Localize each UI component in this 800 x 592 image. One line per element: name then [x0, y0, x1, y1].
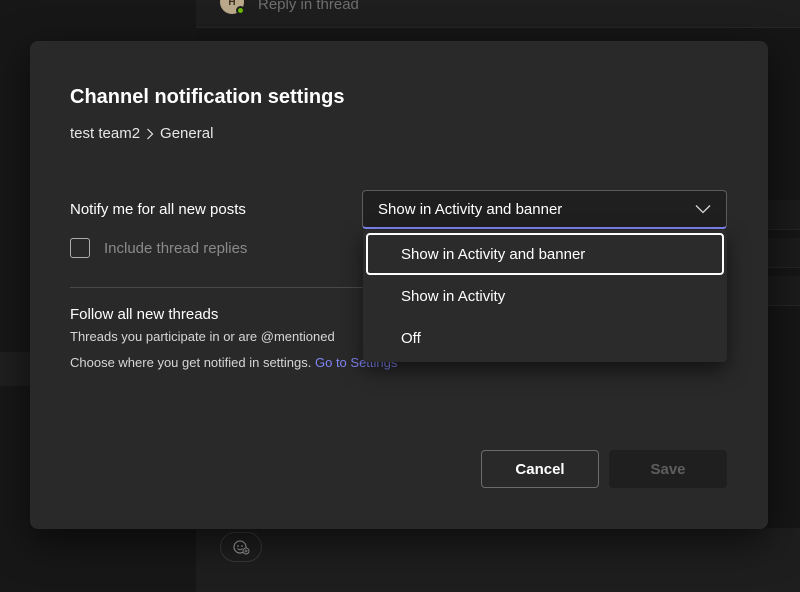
reply-in-thread-label: Reply in thread — [258, 0, 359, 13]
notify-posts-dropdown: Show in Activity and banner Show in Acti… — [363, 230, 727, 362]
presence-available-icon — [236, 6, 245, 15]
include-thread-replies-checkbox[interactable] — [70, 238, 90, 258]
breadcrumb: test team2 General — [70, 125, 213, 142]
notify-posts-select[interactable]: Show in Activity and banner — [362, 190, 727, 229]
save-button[interactable]: Save — [609, 450, 727, 488]
follow-threads-settings-hint: Choose where you get notified in setting… — [70, 355, 397, 370]
include-thread-replies-label: Include thread replies — [104, 239, 248, 257]
follow-threads-title: Follow all new threads — [70, 306, 219, 323]
emoji-icon — [233, 540, 250, 555]
divider — [70, 287, 380, 288]
dialog-title: Channel notification settings — [70, 86, 345, 108]
chevron-down-icon — [694, 203, 712, 215]
emoji-button — [220, 532, 262, 562]
cancel-button[interactable]: Cancel — [481, 450, 599, 488]
option-show-in-activity-and-banner[interactable]: Show in Activity and banner — [366, 233, 724, 275]
include-thread-replies-row[interactable]: Include thread replies — [70, 238, 247, 258]
breadcrumb-team: test team2 — [70, 125, 141, 142]
notify-all-posts-label: Notify me for all new posts — [70, 201, 246, 218]
chevron-right-icon — [144, 127, 156, 141]
breadcrumb-channel: General — [160, 125, 214, 142]
notify-posts-selected-value: Show in Activity and banner — [378, 200, 563, 218]
follow-threads-description: Threads you participate in or are @menti… — [70, 329, 335, 344]
composer-area — [196, 528, 800, 592]
option-show-in-activity[interactable]: Show in Activity — [366, 275, 724, 317]
channel-notification-settings-dialog: Channel notification settings test team2… — [30, 41, 768, 529]
option-off[interactable]: Off — [366, 317, 724, 359]
settings-hint-text: Choose where you get notified in setting… — [70, 355, 315, 370]
